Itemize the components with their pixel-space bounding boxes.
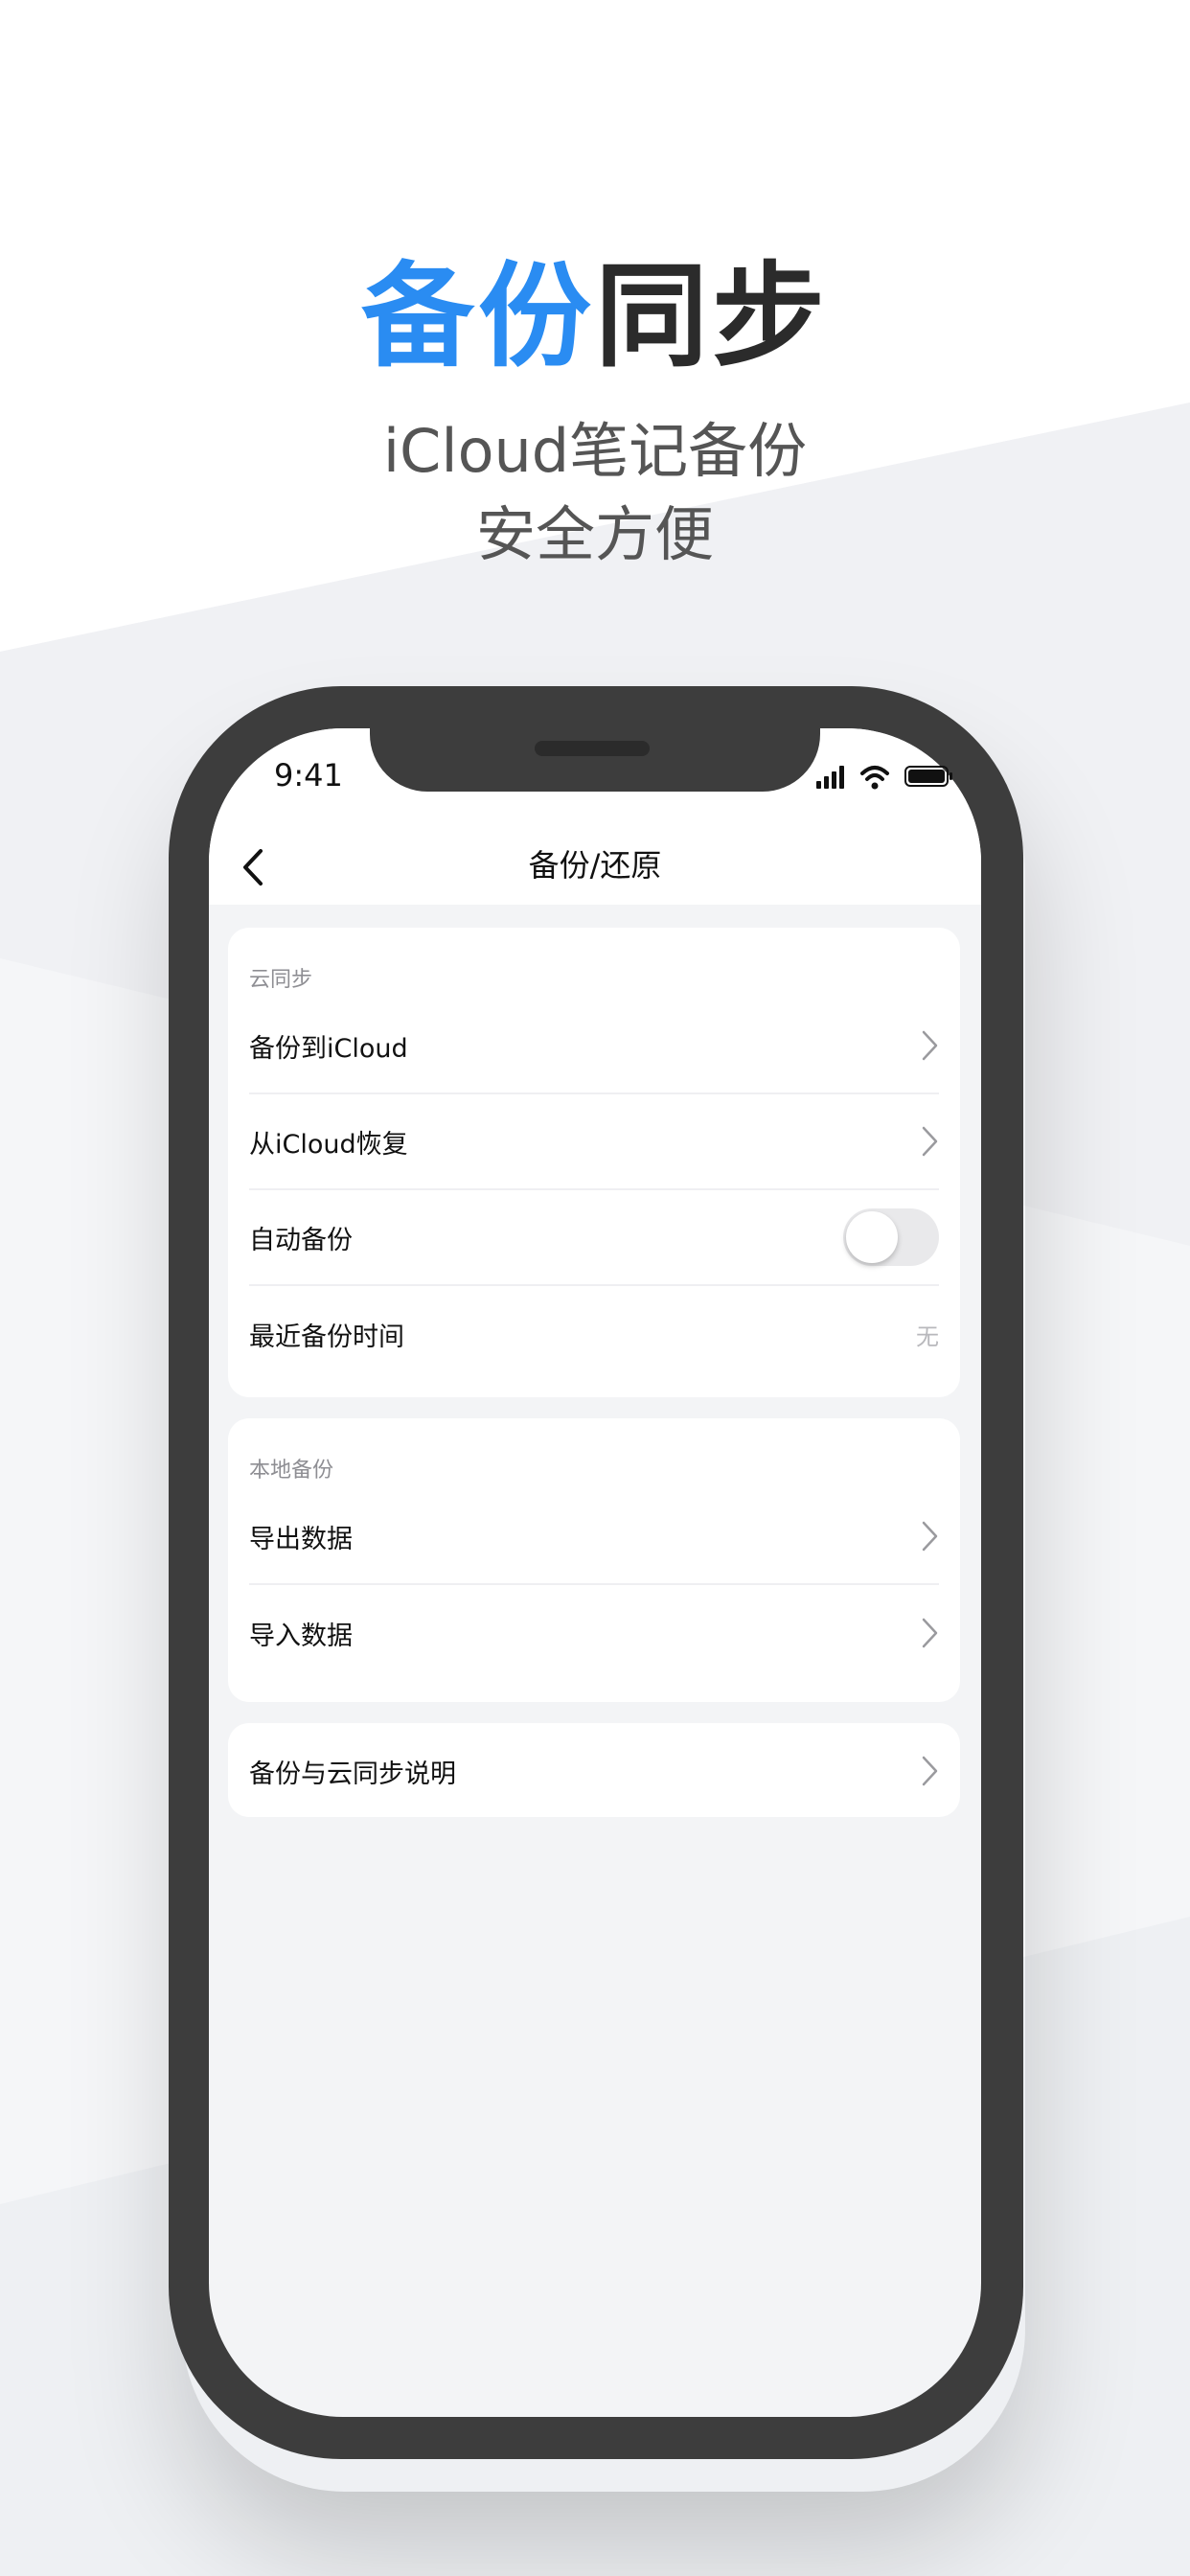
chevron-right-icon bbox=[922, 1126, 938, 1157]
status-time: 9:41 bbox=[274, 757, 343, 794]
auto-backup-row: 自动备份 bbox=[249, 1190, 939, 1286]
chevron-right-icon bbox=[922, 1030, 938, 1061]
row-label: 备份到iCloud bbox=[249, 1033, 408, 1064]
signal-icon bbox=[816, 766, 844, 789]
auto-backup-toggle[interactable] bbox=[843, 1208, 939, 1266]
promo-subline-1: iCloud笔记备份 bbox=[382, 416, 808, 486]
cloud-sync-card: 云同步 备份到iCloud 从iCloud恢复 自动备份 最近备份时间 无 bbox=[228, 928, 960, 1397]
headline-dark: 同步 bbox=[595, 250, 830, 382]
headline-accent: 备份 bbox=[360, 250, 595, 382]
row-label: 最近备份时间 bbox=[249, 1322, 404, 1352]
chevron-right-icon bbox=[922, 1618, 938, 1648]
row-label: 备份与云同步说明 bbox=[249, 1759, 456, 1789]
backup-to-icloud-row[interactable]: 备份到iCloud bbox=[249, 999, 939, 1094]
backup-sync-help-row[interactable]: 备份与云同步说明 bbox=[249, 1723, 939, 1819]
toggle-knob bbox=[846, 1211, 898, 1263]
import-data-row[interactable]: 导入数据 bbox=[249, 1585, 939, 1681]
row-label: 导入数据 bbox=[249, 1621, 353, 1651]
last-backup-time-row: 最近备份时间 无 bbox=[249, 1286, 939, 1382]
last-backup-value: 无 bbox=[916, 1322, 939, 1350]
section-label-local: 本地备份 bbox=[249, 1459, 334, 1483]
row-label: 导出数据 bbox=[249, 1524, 353, 1554]
page-title: 备份/还原 bbox=[528, 847, 662, 884]
wifi-icon bbox=[860, 766, 889, 790]
help-card: 备份与云同步说明 bbox=[228, 1723, 960, 1817]
phone-speaker bbox=[535, 741, 650, 756]
chevron-right-icon bbox=[922, 1521, 938, 1552]
row-label: 自动备份 bbox=[249, 1225, 353, 1255]
export-data-row[interactable]: 导出数据 bbox=[249, 1489, 939, 1585]
battery-icon bbox=[904, 766, 952, 787]
restore-from-icloud-row[interactable]: 从iCloud恢复 bbox=[249, 1094, 939, 1190]
section-label-cloud: 云同步 bbox=[249, 968, 313, 992]
promo-headline: 备份同步 bbox=[0, 244, 1190, 388]
promo-subline-2: 安全方便 bbox=[475, 499, 714, 569]
status-icons bbox=[816, 766, 952, 790]
chevron-right-icon bbox=[922, 1756, 938, 1786]
local-backup-card: 本地备份 导出数据 导入数据 bbox=[228, 1418, 960, 1702]
row-label: 从iCloud恢复 bbox=[249, 1129, 408, 1160]
